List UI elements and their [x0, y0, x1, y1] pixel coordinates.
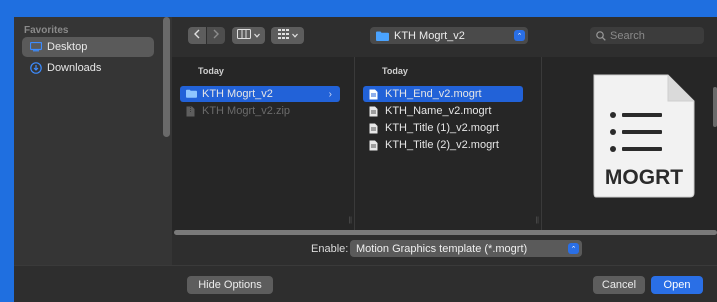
open-file-dialog: Favorites Desktop Downloads KTH Mogrt_v2…	[14, 17, 717, 302]
forward-button[interactable]	[207, 27, 225, 44]
chevron-left-icon	[193, 29, 201, 42]
list-item-label: KTH_Name_v2.mogrt	[385, 105, 492, 117]
list-item-label: KTH_Title (1)_v2.mogrt	[385, 122, 499, 134]
sidebar-item-label: Desktop	[47, 41, 88, 53]
chevron-right-icon	[212, 29, 220, 42]
sidebar-scrollbar[interactable]	[163, 17, 170, 137]
view-mode-button[interactable]	[232, 27, 265, 44]
column-2: Today KTH_End_v2.mogrt KTH_Name_v2.mogrt…	[356, 57, 542, 230]
cancel-button[interactable]: Cancel	[593, 276, 645, 294]
updown-chevron-icon: ⌃	[514, 30, 525, 41]
enable-label: Enable:	[311, 243, 349, 255]
list-item-file[interactable]: KTH_Title (2)_v2.mogrt	[363, 137, 523, 153]
column-view-icon	[237, 29, 251, 42]
zip-file-icon	[186, 106, 197, 117]
list-item-label: KTH Mogrt_v2	[202, 88, 273, 100]
list-item-file[interactable]: KTH_Title (1)_v2.mogrt	[363, 120, 523, 136]
document-icon	[369, 106, 380, 117]
grid-group-icon	[277, 29, 289, 42]
mogrt-file-icon: MOGRT	[593, 74, 695, 198]
sidebar-section-favorites: Favorites	[24, 25, 69, 36]
list-item-label: KTH Mogrt_v2.zip	[202, 105, 291, 117]
column-header: Today	[382, 66, 408, 76]
search-icon	[596, 30, 606, 41]
column-browser: Today KTH Mogrt_v2 › KTH Mogrt_v2.zip ||…	[172, 57, 717, 230]
folder-icon	[376, 31, 389, 41]
column-1: Today KTH Mogrt_v2 › KTH Mogrt_v2.zip ||	[172, 57, 355, 230]
chevron-down-icon	[291, 30, 298, 41]
column-resize-handle[interactable]: ||	[535, 217, 539, 224]
column-header: Today	[198, 66, 224, 76]
list-item-folder[interactable]: KTH Mogrt_v2 ›	[180, 86, 340, 102]
back-button[interactable]	[188, 27, 206, 44]
sidebar-item-label: Downloads	[47, 62, 102, 74]
hide-options-button[interactable]: Hide Options	[187, 276, 273, 294]
sidebar: Favorites Desktop Downloads	[14, 17, 172, 302]
downloads-icon	[30, 62, 42, 74]
list-item-zip: KTH Mogrt_v2.zip	[180, 103, 340, 119]
toolbar: KTH Mogrt_v2 ⌃ Search	[172, 17, 717, 57]
search-field[interactable]: Search	[590, 27, 704, 44]
preview-badge-text: MOGRT	[605, 166, 683, 189]
open-button[interactable]: Open	[651, 276, 703, 294]
folder-icon	[186, 89, 197, 100]
list-item-label: KTH_Title (2)_v2.mogrt	[385, 139, 499, 151]
list-item-file[interactable]: KTH_End_v2.mogrt	[363, 86, 523, 102]
sidebar-item-desktop[interactable]: Desktop	[22, 37, 154, 57]
search-placeholder: Search	[610, 29, 645, 42]
dialog-footer: Hide Options Cancel Open	[172, 265, 717, 302]
preview-scrollbar[interactable]	[713, 87, 717, 127]
list-item-label: KTH_End_v2.mogrt	[385, 88, 482, 100]
location-label: KTH Mogrt_v2	[394, 29, 465, 42]
location-popup[interactable]: KTH Mogrt_v2 ⌃	[370, 27, 528, 44]
desktop-icon	[30, 41, 42, 53]
document-icon	[369, 89, 380, 100]
chevron-right-icon: ›	[328, 88, 332, 100]
document-icon	[369, 123, 380, 134]
list-item-file[interactable]: KTH_Name_v2.mogrt	[363, 103, 523, 119]
preview-pane: MOGRT	[542, 57, 717, 230]
group-by-button[interactable]	[271, 27, 304, 44]
file-format-select[interactable]: Motion Graphics template (*.mogrt) ⌃	[350, 240, 582, 257]
sidebar-item-downloads[interactable]: Downloads	[22, 58, 154, 78]
chevron-down-icon	[254, 30, 260, 41]
column-resize-handle[interactable]: ||	[348, 217, 352, 224]
sidebar-footer	[14, 265, 172, 302]
format-bar: Enable: Motion Graphics template (*.mogr…	[172, 235, 717, 265]
file-format-value: Motion Graphics template (*.mogrt)	[356, 242, 528, 255]
updown-chevron-icon: ⌃	[568, 243, 579, 254]
document-icon	[369, 140, 380, 151]
